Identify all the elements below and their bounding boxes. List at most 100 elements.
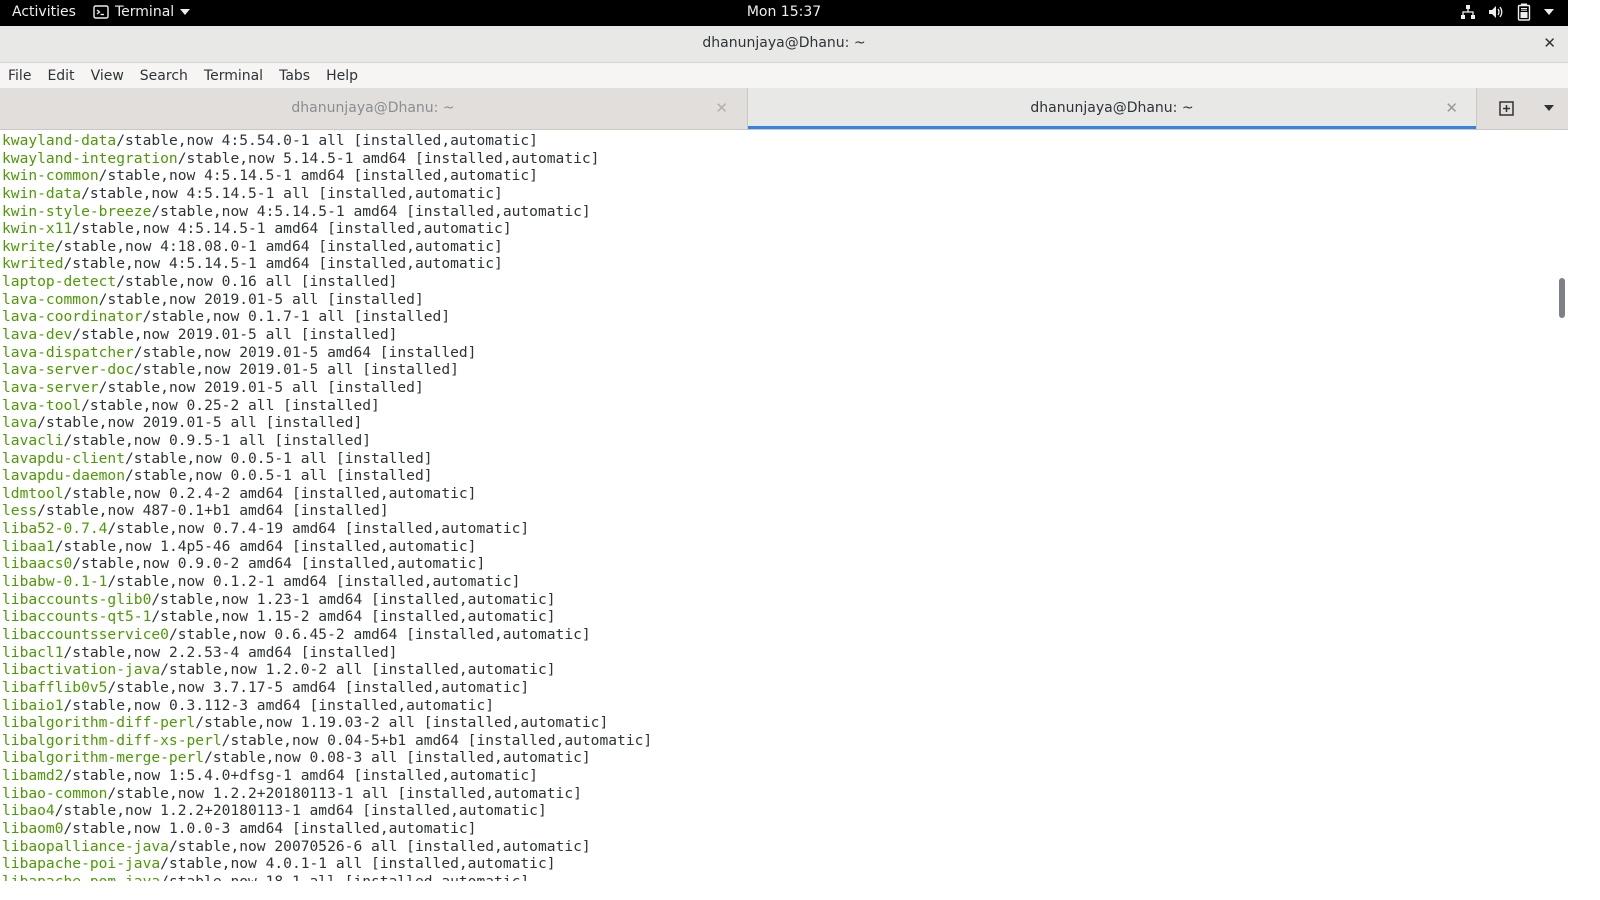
package-name: lavacli	[2, 431, 64, 449]
package-details: /stable,now 3.7.17-5 amd64 [installed,au…	[107, 678, 530, 696]
package-details: /stable,now 4:5.54.0-1 all [installed,au…	[116, 132, 538, 149]
terminal-line: lavacli/stable,now 0.9.5-1 all [installe…	[2, 432, 652, 450]
package-details: /stable,now 0.04-5+b1 amd64 [installed,a…	[221, 731, 653, 749]
package-name: kwayland-integration	[2, 149, 178, 167]
terminal-line: libacl1/stable,now 2.2.53-4 amd64 [insta…	[2, 644, 652, 662]
system-tray[interactable]	[1460, 3, 1554, 21]
package-details: /stable,now 4:5.14.5-1 amd64 [installed,…	[151, 202, 591, 220]
package-name: libalgorithm-merge-perl	[2, 749, 205, 767]
package-details: /stable,now 0.7.4-19 amd64 [installed,au…	[107, 520, 530, 538]
package-name: kwayland-data	[2, 132, 117, 149]
package-details: /stable,now 0.1.2-1 amd64 [installed,aut…	[107, 573, 521, 591]
terminal-line: libabw-0.1-1/stable,now 0.1.2-1 amd64 [i…	[2, 573, 652, 591]
package-name: lava-server-doc	[2, 361, 134, 379]
package-name: kwin-style-breeze	[2, 202, 152, 220]
terminal-line: libaio1/stable,now 0.3.112-3 amd64 [inst…	[2, 697, 652, 715]
package-details: /stable,now 2019.01-5 all [installed]	[72, 326, 398, 344]
terminal-line: libalgorithm-diff-perl/stable,now 1.19.0…	[2, 714, 652, 732]
menu-edit[interactable]: Edit	[39, 63, 82, 88]
battery-icon[interactable]	[1516, 3, 1532, 21]
package-name: laptop-detect	[2, 273, 117, 291]
package-name: libaccountsservice0	[2, 625, 169, 643]
package-name: kwrite	[2, 237, 55, 255]
active-tab-indicator	[748, 126, 1476, 129]
window-close-button[interactable]: ✕	[1543, 34, 1556, 52]
package-details: /stable,now 4:5.14.5-1 amd64 [installed,…	[72, 220, 512, 238]
package-details: /stable,now 4:5.14.5-1 amd64 [installed,…	[98, 167, 538, 185]
package-details: /stable,now 0.9.0-2 amd64 [installed,aut…	[72, 555, 486, 573]
terminal-scrollbar[interactable]	[1556, 130, 1568, 881]
package-details: /stable,now 1.2.0-2 all [installed,autom…	[160, 661, 556, 679]
terminal-output[interactable]: kwayland-data/stable,now 4:5.54.0-1 all …	[0, 130, 1556, 881]
package-name: libapache-pom-java	[2, 873, 160, 881]
terminal-line: less/stable,now 487-0.1+b1 amd64 [instal…	[2, 502, 652, 520]
package-details: /stable,now 2019.01-5 all [installed]	[98, 290, 424, 308]
package-name: libalgorithm-diff-perl	[2, 714, 196, 732]
terminal-line: liba52-0.7.4/stable,now 0.7.4-19 amd64 […	[2, 520, 652, 538]
package-details: /stable,now 0.25-2 all [installed]	[81, 396, 380, 414]
terminal-line: libaom0/stable,now 1.0.0-3 amd64 [instal…	[2, 820, 652, 838]
menu-terminal[interactable]: Terminal	[196, 63, 271, 88]
clock[interactable]: Mon 15:37	[0, 4, 1568, 20]
terminal-line: kwrited/stable,now 4:5.14.5-1 amd64 [ins…	[2, 255, 652, 273]
terminal-line: lava-dispatcher/stable,now 2019.01-5 amd…	[2, 344, 652, 362]
package-details: /stable,now 1:5.4.0+dfsg-1 amd64 [instal…	[63, 767, 538, 785]
package-details: /stable,now 2019.01-5 all [installed]	[37, 414, 363, 432]
package-name: lava-dispatcher	[2, 343, 134, 361]
network-icon[interactable]	[1460, 4, 1476, 20]
terminal-line: laptop-detect/stable,now 0.16 all [insta…	[2, 273, 652, 291]
package-details: /stable,now 4:5.14.5-1 all [installed,au…	[81, 184, 503, 202]
package-name: kwin-data	[2, 184, 82, 202]
scrollbar-thumb[interactable]	[1559, 278, 1565, 318]
package-name: less	[2, 502, 38, 520]
menu-help[interactable]: Help	[318, 63, 366, 88]
window-title-bar[interactable]: dhanunjaya@Dhanu: ~ ✕	[0, 26, 1568, 63]
new-tab-button[interactable]	[1476, 88, 1535, 129]
package-details: /stable,now 18-1 all [installed,automati…	[160, 873, 529, 881]
package-details: /stable,now 5.14.5-1 amd64 [installed,au…	[177, 149, 600, 167]
tab-close-button[interactable]: ✕	[1445, 99, 1458, 117]
package-name: kwrited	[2, 255, 64, 273]
tab-close-button[interactable]: ✕	[715, 99, 728, 117]
terminal-line: libaccountsservice0/stable,now 0.6.45-2 …	[2, 626, 652, 644]
tab-2-active[interactable]: dhanunjaya@Dhanu: ~ ✕	[747, 88, 1476, 129]
terminal-line: libafflib0v5/stable,now 3.7.17-5 amd64 […	[2, 679, 652, 697]
package-name: libalgorithm-diff-xs-perl	[2, 731, 222, 749]
package-name: kwin-common	[2, 167, 99, 185]
package-details: /stable,now 2019.01-5 all [installed]	[98, 378, 424, 396]
package-name: libabw-0.1-1	[2, 573, 108, 591]
tab-list-button[interactable]	[1534, 88, 1568, 129]
terminal-line: kwin-x11/stable,now 4:5.14.5-1 amd64 [in…	[2, 220, 652, 238]
package-name: lava-server	[2, 378, 99, 396]
terminal-line: libaopalliance-java/stable,now 20070526-…	[2, 838, 652, 856]
terminal-line: libapache-poi-java/stable,now 4.0.1-1 al…	[2, 855, 652, 873]
terminal-line: kwin-common/stable,now 4:5.14.5-1 amd64 …	[2, 167, 652, 185]
menu-file[interactable]: File	[0, 63, 39, 88]
system-menu-arrow-icon[interactable]	[1544, 9, 1554, 15]
terminal-line: libactivation-java/stable,now 1.2.0-2 al…	[2, 661, 652, 679]
terminal-line: libaccounts-qt5-1/stable,now 1.15-2 amd6…	[2, 608, 652, 626]
package-name: lava-common	[2, 290, 99, 308]
tab-1[interactable]: dhanunjaya@Dhanu: ~ ✕	[0, 88, 746, 129]
terminal-line: kwayland-integration/stable,now 5.14.5-1…	[2, 150, 652, 168]
package-details: /stable,now 2019.01-5 all [installed]	[133, 361, 459, 379]
volume-icon[interactable]	[1488, 4, 1504, 20]
terminal-line: libaacs0/stable,now 0.9.0-2 amd64 [insta…	[2, 555, 652, 573]
package-name: libao4	[2, 802, 55, 820]
package-details: /stable,now 1.2.2+20180113-1 all [instal…	[107, 784, 582, 802]
menu-search[interactable]: Search	[132, 63, 196, 88]
package-name: libacl1	[2, 643, 64, 661]
package-name: libaopalliance-java	[2, 837, 169, 855]
package-details: /stable,now 1.0.0-3 amd64 [installed,aut…	[63, 819, 477, 837]
tab-label: dhanunjaya@Dhanu: ~	[1030, 100, 1194, 116]
package-details: /stable,now 0.16 all [installed]	[116, 273, 398, 291]
package-details: /stable,now 2.2.53-4 amd64 [installed]	[63, 643, 398, 661]
package-name: lavapdu-client	[2, 449, 126, 467]
menu-view[interactable]: View	[83, 63, 132, 88]
terminal-line: libamd2/stable,now 1:5.4.0+dfsg-1 amd64 …	[2, 767, 652, 785]
package-name: libaa1	[2, 537, 55, 555]
package-details: /stable,now 2019.01-5 amd64 [installed]	[133, 343, 477, 361]
menu-tabs[interactable]: Tabs	[271, 63, 318, 88]
tab-bar: dhanunjaya@Dhanu: ~ ✕ dhanunjaya@Dhanu: …	[0, 88, 1568, 130]
terminal-line: kwrite/stable,now 4:18.08.0-1 amd64 [ins…	[2, 238, 652, 256]
